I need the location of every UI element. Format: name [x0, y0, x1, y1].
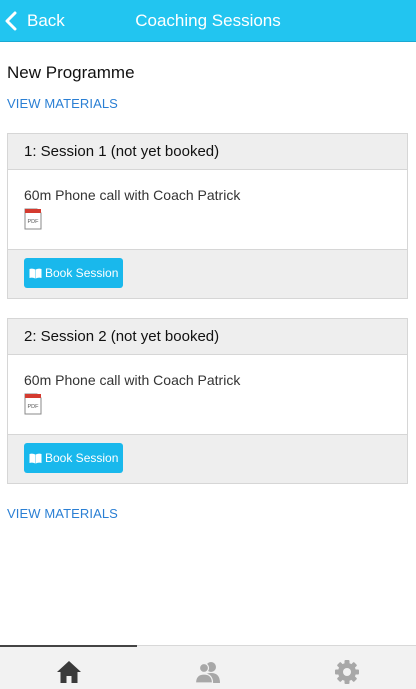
users-icon [194, 662, 220, 684]
svg-text:PDF: PDF [28, 219, 40, 225]
session-header: 1: Session 1 (not yet booked) [8, 134, 407, 170]
session-description: 60m Phone call with Coach Patrick [24, 372, 241, 388]
session-header: 2: Session 2 (not yet booked) [8, 319, 407, 355]
book-session-label: Book Session [45, 266, 119, 280]
book-session-button[interactable]: Book Session [24, 258, 124, 288]
pdf-icon[interactable]: PDF [24, 208, 42, 230]
home-icon [57, 661, 81, 683]
book-icon [29, 268, 42, 278]
tab-home[interactable] [0, 646, 138, 689]
book-icon [29, 453, 42, 463]
gear-icon [335, 660, 359, 684]
session-body: 60m Phone call with Coach Patrick PDF [8, 355, 407, 435]
book-session-label: Book Session [45, 451, 119, 465]
programme-title: New Programme [7, 63, 135, 82]
session-description: 60m Phone call with Coach Patrick [24, 187, 241, 203]
session-card: 1: Session 1 (not yet booked) 60m Phone … [7, 133, 408, 299]
navbar: Back Coaching Sessions [0, 0, 416, 42]
view-materials-link-bottom[interactable]: VIEW MATERIALS [7, 506, 118, 521]
view-materials-link-top[interactable]: VIEW MATERIALS [7, 96, 118, 111]
tab-users[interactable] [139, 646, 277, 689]
svg-text:PDF: PDF [28, 404, 40, 410]
page-title: Coaching Sessions [135, 11, 281, 30]
session-body: 60m Phone call with Coach Patrick PDF [8, 170, 407, 250]
session-footer: Book Session [8, 435, 407, 483]
tab-bar [0, 645, 416, 689]
session-card: 2: Session 2 (not yet booked) 60m Phone … [7, 318, 408, 484]
session-footer: Book Session [8, 250, 407, 298]
pdf-icon[interactable]: PDF [24, 393, 42, 415]
book-session-button[interactable]: Book Session [24, 443, 124, 473]
tab-settings[interactable] [278, 646, 416, 689]
